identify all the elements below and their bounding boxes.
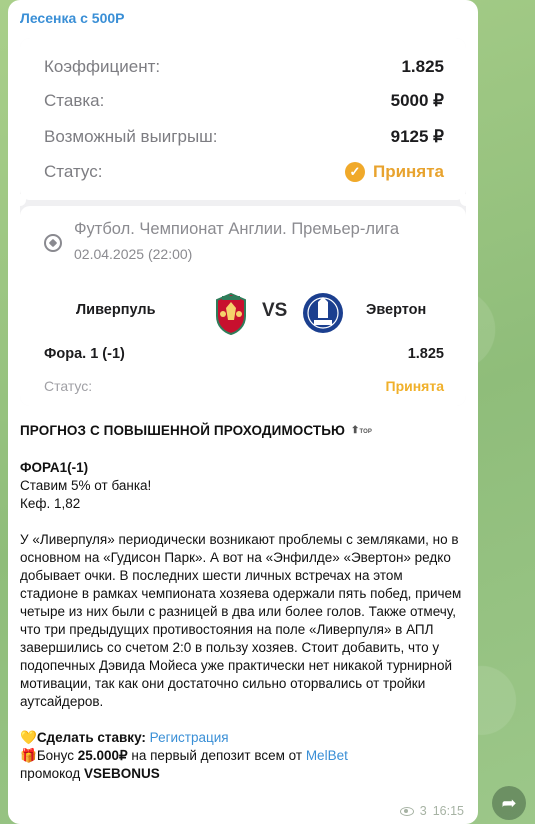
away-team: Эвертон <box>366 302 427 318</box>
bonus-prefix: Бонус <box>36 748 74 763</box>
message-time: 16:15 <box>432 804 464 818</box>
odds-label: Коэффициент: <box>44 57 161 76</box>
stake-note: Ставим 5% от банка! <box>20 478 152 493</box>
payout-label: Возможный выигрыш: <box>44 127 218 146</box>
headline-text: ПРОГНОЗ С ПОВЫШЕННОЙ ПРОХОДИМОСТЬЮ <box>20 423 346 438</box>
coef-line: Кеф. 1,82 <box>20 496 81 511</box>
share-button[interactable]: ➦ <box>492 786 526 820</box>
bet-market: Фора. 1 (-1) <box>44 346 125 362</box>
event-date: 02.04.2025 (22:00) <box>74 246 193 262</box>
league-name: Футбол. Чемпионат Англии. Премьер-лига <box>74 220 400 238</box>
channel-name[interactable]: Лесенка с 500Р <box>20 10 125 26</box>
registration-link[interactable]: Регистрация <box>150 730 229 745</box>
home-team: Ливерпуль <box>76 302 156 318</box>
stake-row: Ставка: 5000 ₽ <box>44 90 444 112</box>
liverpool-crest-icon <box>216 292 246 336</box>
promo-code: VSEBONUS <box>84 766 160 781</box>
versus-label: VS <box>262 300 288 321</box>
message-bubble[interactable]: Лесенка с 500Р Коэффициент: 1.825 Ставка… <box>8 0 478 824</box>
bonus-amount: 25.000₽ <box>77 748 128 763</box>
event-status-label: Статус: <box>44 378 93 394</box>
melbet-link[interactable]: MelBet <box>306 748 348 763</box>
yellow-heart-icon: 💛 <box>20 730 37 745</box>
stake-value: 5000 ₽ <box>390 91 444 110</box>
odds-row: Коэффициент: 1.825 <box>44 56 444 78</box>
bet-market-row: Фора. 1 (-1) 1.825 <box>44 346 444 362</box>
status-label: Статус: <box>44 162 103 181</box>
view-count: 3 <box>419 804 427 818</box>
message-meta: 3 16:15 <box>399 804 464 818</box>
bonus-line: 🎁Бонус 25.000₽ на первый депозит всем от… <box>20 747 470 765</box>
post-text: ПРОГНОЗ С ПОВЫШЕННОЙ ПРОХОДИМОСТЬЮ ⬆TOP … <box>20 422 470 783</box>
soccer-ball-icon <box>44 234 62 252</box>
analysis-paragraph: У «Ливерпуля» периодически возникают про… <box>20 532 462 709</box>
odds-value: 1.825 <box>401 57 444 76</box>
status-row: Статус: ✓ Принята <box>44 161 444 183</box>
stake-label: Ставка: <box>44 91 105 110</box>
post-headline: ПРОГНОЗ С ПОВЫШЕННОЙ ПРОХОДИМОСТЬЮ ⬆TOP <box>20 422 470 441</box>
event-status-value: Принята <box>385 378 445 394</box>
cta-line: 💛Сделать ставку: Регистрация <box>20 729 470 747</box>
gift-icon: 🎁 <box>20 748 37 763</box>
top-badge: TOP <box>359 429 372 435</box>
promo-label: промокод <box>20 766 81 781</box>
everton-crest-icon <box>303 293 343 333</box>
payout-value: 9125 ₽ <box>390 127 444 146</box>
payout-row: Возможный выигрыш: 9125 ₽ <box>44 126 444 148</box>
eye-icon <box>399 806 414 816</box>
forward-arrow-icon: ➦ <box>501 792 517 813</box>
bonus-mid: на первый депозит всем от <box>131 748 303 763</box>
promo-line: промокод VSEBONUS <box>20 765 470 783</box>
bet-ticket-card: Коэффициент: 1.825 Ставка: 5000 ₽ Возмож… <box>14 38 472 406</box>
teams-row: Ливерпуль VS Эвертон <box>44 292 446 336</box>
bet-summary: Коэффициент: 1.825 Ставка: 5000 ₽ Возмож… <box>20 38 466 200</box>
cta-label: Сделать ставку: <box>36 730 146 745</box>
pick-line: ФОРА1(-1) <box>20 460 89 475</box>
check-icon: ✓ <box>344 162 365 182</box>
status-badge: ✓ Принята <box>344 162 444 182</box>
event-status-row: Статус: Принята <box>44 378 444 394</box>
top-arrow-icon: ⬆TOP <box>350 425 372 436</box>
status-value: Принята <box>372 162 444 181</box>
bet-odds: 1.825 <box>407 346 444 362</box>
